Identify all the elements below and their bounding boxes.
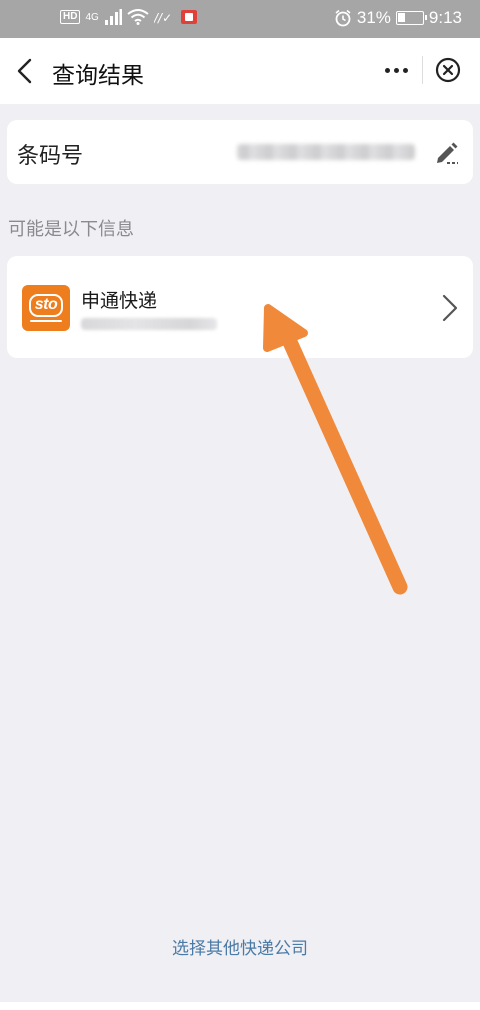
barcode-card: 条码号 [7, 120, 473, 184]
alarm-icon [335, 9, 351, 27]
annotation-arrow-shaft [282, 334, 408, 595]
page-title: 查询结果 [52, 63, 144, 89]
more-button[interactable] [370, 50, 422, 90]
clock: 9:13 [428, 8, 462, 27]
nfc-icon: //✓ [154, 11, 172, 24]
battery-fill [397, 13, 405, 22]
close-button[interactable] [423, 50, 472, 90]
choose-other-company-link[interactable]: 选择其他快递公司 [0, 934, 480, 959]
hd-icon: HD [60, 10, 81, 24]
status-left: HD 4G //✓ [60, 9, 197, 25]
company-name: 申通快递 [81, 290, 158, 312]
result-item-sto[interactable]: sto 申通快递 [7, 256, 473, 358]
svg-text://✓: //✓ [154, 11, 172, 24]
barcode-value-redacted [237, 144, 415, 160]
status-right: 31% 9:13 [334, 8, 462, 28]
barcode-label: 条码号 [17, 144, 84, 169]
bottom-bar [0, 1002, 480, 1010]
results-hint: 可能是以下信息 [8, 219, 134, 240]
more-dot [384, 67, 390, 73]
more-dot [402, 67, 408, 73]
edit-barcode-button[interactable] [433, 138, 461, 166]
result-open-button[interactable] [439, 293, 461, 323]
more-dot [393, 67, 399, 73]
notification-icon [180, 10, 197, 24]
network-type: 4G [85, 11, 99, 23]
sto-logo-underline [30, 320, 62, 322]
back-button[interactable] [8, 54, 42, 88]
status-bar: HD 4G //✓ 31% 9:13 [0, 0, 480, 38]
wifi-icon [127, 9, 149, 25]
tracking-number-redacted [81, 318, 217, 330]
sto-logo: sto [22, 285, 70, 331]
nav-bar: 查询结果 [0, 38, 480, 104]
chevron-left-icon [17, 58, 32, 84]
chevron-right-icon [442, 294, 458, 322]
pencil-icon [437, 142, 458, 164]
miniprogram-capsule [370, 50, 472, 90]
battery-percent: 31% [356, 8, 391, 27]
close-circle-icon [435, 57, 460, 83]
battery-icon [395, 11, 427, 25]
signal-icon [104, 9, 122, 25]
sto-logo-text: sto [28, 294, 64, 317]
